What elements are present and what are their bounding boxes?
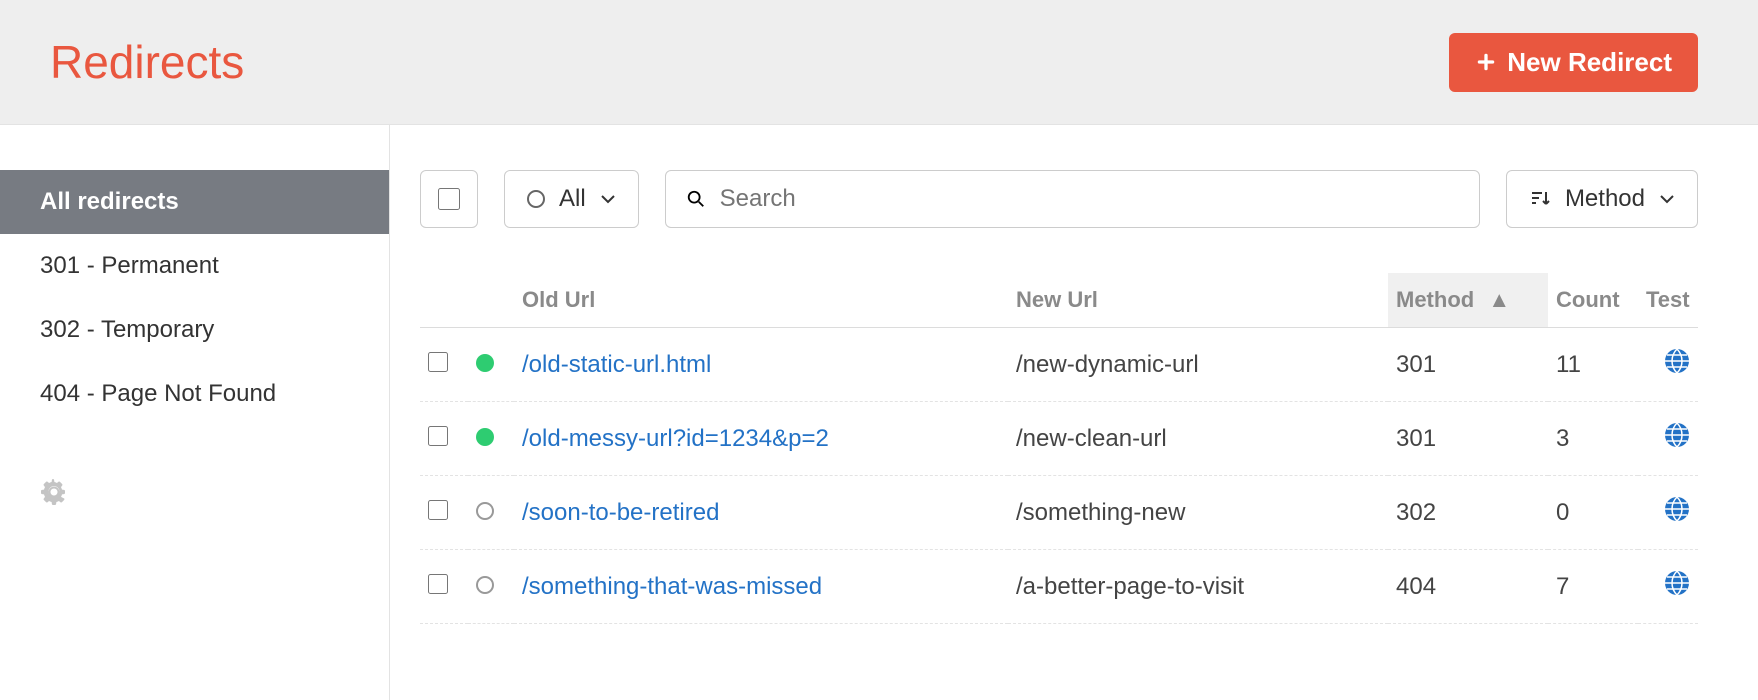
col-old-url[interactable]: Old Url bbox=[514, 273, 1008, 328]
sidebar-item[interactable]: 404 - Page Not Found bbox=[0, 362, 389, 426]
circle-icon bbox=[527, 190, 545, 208]
status-filter-dropdown[interactable]: All bbox=[504, 170, 639, 228]
sidebar-item[interactable]: All redirects bbox=[0, 170, 389, 234]
table-row: /old-static-url.html/new-dynamic-url3011… bbox=[420, 328, 1698, 402]
old-url-link[interactable]: /old-messy-url?id=1234&p=2 bbox=[522, 425, 829, 452]
globe-icon[interactable] bbox=[1664, 422, 1690, 448]
page-title: Redirects bbox=[50, 35, 244, 89]
table-row: /something-that-was-missed/a-better-page… bbox=[420, 550, 1698, 624]
select-all-checkbox[interactable] bbox=[438, 188, 460, 210]
status-filter-label: All bbox=[559, 185, 586, 213]
chevron-down-icon bbox=[1659, 191, 1675, 207]
redirects-table: Old Url New Url Method ▲ Count Test /old… bbox=[420, 273, 1698, 624]
row-checkbox[interactable] bbox=[428, 500, 448, 520]
count-value: 7 bbox=[1548, 550, 1638, 624]
count-value: 11 bbox=[1548, 328, 1638, 402]
chevron-down-icon bbox=[600, 191, 616, 207]
old-url-link[interactable]: /soon-to-be-retired bbox=[522, 499, 719, 526]
sort-icon bbox=[1529, 188, 1551, 210]
old-url-link[interactable]: /something-that-was-missed bbox=[522, 573, 822, 600]
sort-label: Method bbox=[1565, 185, 1645, 213]
method-value: 301 bbox=[1388, 402, 1548, 476]
col-method-label: Method bbox=[1396, 287, 1474, 312]
status-dot-icon bbox=[476, 576, 494, 594]
status-dot-icon bbox=[476, 502, 494, 520]
sort-dropdown[interactable]: Method bbox=[1506, 170, 1698, 228]
sidebar-item[interactable]: 302 - Temporary bbox=[0, 298, 389, 362]
toolbar: All Method bbox=[420, 170, 1698, 228]
new-url-value: /a-better-page-to-visit bbox=[1008, 550, 1388, 624]
row-checkbox[interactable] bbox=[428, 426, 448, 446]
sidebar-item[interactable]: 301 - Permanent bbox=[0, 234, 389, 298]
count-value: 3 bbox=[1548, 402, 1638, 476]
search-box bbox=[665, 170, 1480, 228]
method-value: 301 bbox=[1388, 328, 1548, 402]
method-value: 404 bbox=[1388, 550, 1548, 624]
col-new-url[interactable]: New Url bbox=[1008, 273, 1388, 328]
table-row: /old-messy-url?id=1234&p=2/new-clean-url… bbox=[420, 402, 1698, 476]
sidebar: All redirects301 - Permanent302 - Tempor… bbox=[0, 125, 390, 700]
new-url-value: /new-clean-url bbox=[1008, 402, 1388, 476]
new-redirect-label: New Redirect bbox=[1507, 47, 1672, 78]
plus-icon bbox=[1475, 51, 1497, 73]
globe-icon[interactable] bbox=[1664, 348, 1690, 374]
search-input[interactable] bbox=[720, 185, 1459, 213]
method-value: 302 bbox=[1388, 476, 1548, 550]
row-checkbox[interactable] bbox=[428, 352, 448, 372]
globe-icon[interactable] bbox=[1664, 570, 1690, 596]
row-checkbox[interactable] bbox=[428, 574, 448, 594]
count-value: 0 bbox=[1548, 476, 1638, 550]
new-redirect-button[interactable]: New Redirect bbox=[1449, 33, 1698, 92]
page-header: Redirects New Redirect bbox=[0, 0, 1758, 125]
select-all-wrapper bbox=[420, 170, 478, 228]
status-dot-icon bbox=[476, 428, 494, 446]
sort-asc-icon: ▲ bbox=[1488, 287, 1510, 312]
globe-icon[interactable] bbox=[1664, 496, 1690, 522]
search-icon bbox=[686, 189, 706, 209]
new-url-value: /new-dynamic-url bbox=[1008, 328, 1388, 402]
new-url-value: /something-new bbox=[1008, 476, 1388, 550]
table-row: /soon-to-be-retired/something-new3020 bbox=[420, 476, 1698, 550]
col-test: Test bbox=[1638, 273, 1698, 328]
main-content: All Method Old Url bbox=[390, 125, 1758, 700]
col-count[interactable]: Count bbox=[1548, 273, 1638, 328]
status-dot-icon bbox=[476, 354, 494, 372]
col-method[interactable]: Method ▲ bbox=[1388, 273, 1548, 328]
gear-icon[interactable] bbox=[40, 478, 68, 506]
old-url-link[interactable]: /old-static-url.html bbox=[522, 351, 711, 378]
